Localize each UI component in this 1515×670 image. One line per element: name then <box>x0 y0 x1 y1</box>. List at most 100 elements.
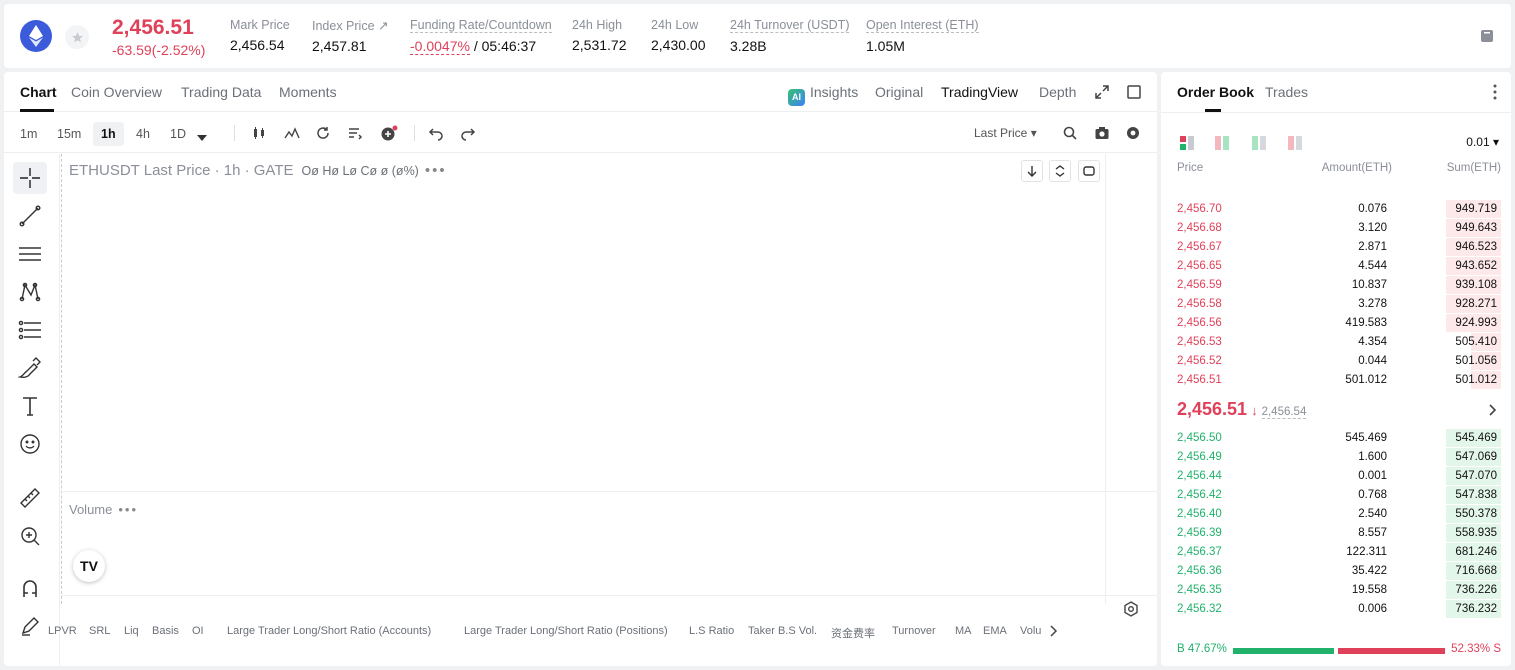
pane-maximize-icon[interactable] <box>1078 160 1100 182</box>
tab-moments[interactable]: Moments <box>279 84 337 100</box>
indicator-ma[interactable]: MA <box>955 625 972 637</box>
ask-row[interactable]: 2,456.70 0.076 949.719 <box>1161 200 1511 219</box>
bid-row[interactable]: 2,456.37 122.311 681.246 <box>1161 543 1511 562</box>
magnet-tool-icon[interactable] <box>13 572 47 604</box>
undo-icon[interactable] <box>428 125 444 141</box>
view-original[interactable]: Original <box>875 84 923 100</box>
time-axis[interactable] <box>61 595 1157 596</box>
view-bids-icon[interactable] <box>1251 135 1267 151</box>
text-tool-icon[interactable] <box>13 390 47 422</box>
tab-chart[interactable]: Chart <box>20 84 57 100</box>
camera-icon[interactable] <box>1094 125 1110 141</box>
tradingview-logo[interactable]: TV <box>73 550 105 582</box>
indicator-turnover[interactable]: Turnover <box>892 625 936 637</box>
ask-row[interactable]: 2,456.51 501.012 501.012 <box>1161 371 1511 390</box>
row-sum: 716.668 <box>1455 565 1497 577</box>
pattern-tool-icon[interactable] <box>13 276 47 308</box>
interval-4h[interactable]: 4h <box>128 122 158 146</box>
indicator-lt-ratio-positions[interactable]: Large Trader Long/Short Ratio (Positions… <box>464 625 668 637</box>
view-tradingview[interactable]: TradingView <box>941 84 1018 100</box>
interval-1d[interactable]: 1D <box>162 122 194 146</box>
ask-row[interactable]: 2,456.65 4.544 943.652 <box>1161 257 1511 276</box>
favorite-star-icon[interactable] <box>65 25 89 49</box>
row-sum: 558.935 <box>1455 527 1497 539</box>
chart-settings-icon[interactable] <box>1123 601 1139 617</box>
bid-row[interactable]: 2,456.49 1.600 547.069 <box>1161 448 1511 467</box>
more-vertical-icon[interactable] <box>1493 84 1497 100</box>
chevron-right-icon[interactable] <box>1048 624 1064 640</box>
view-asks-icon[interactable] <box>1287 135 1303 151</box>
bid-row[interactable]: 2,456.32 0.006 736.232 <box>1161 600 1511 619</box>
pane-divider[interactable] <box>61 491 1157 492</box>
indicator-liq[interactable]: Liq <box>124 625 139 637</box>
ask-row[interactable]: 2,456.52 0.044 501.056 <box>1161 352 1511 371</box>
indicator-volume[interactable]: Volu <box>1020 625 1041 637</box>
redo-icon[interactable] <box>460 125 476 141</box>
tab-trades[interactable]: Trades <box>1265 84 1308 100</box>
bid-row[interactable]: 2,456.42 0.768 547.838 <box>1161 486 1511 505</box>
bid-row[interactable]: 2,456.39 8.557 558.935 <box>1161 524 1511 543</box>
expand-icon[interactable] <box>1094 84 1110 100</box>
tab-order-book[interactable]: Order Book <box>1177 84 1254 100</box>
ask-row[interactable]: 2,456.68 3.120 949.643 <box>1161 219 1511 238</box>
price-axis[interactable] <box>1105 154 1157 604</box>
mid-price-row[interactable]: 2,456.51 ↓ 2,456.54 <box>1177 399 1507 423</box>
bid-row[interactable]: 2,456.40 2.540 550.378 <box>1161 505 1511 524</box>
indicator-taker-bs-vol[interactable]: Taker B.S Vol. <box>748 625 817 637</box>
ask-row[interactable]: 2,456.59 10.837 939.108 <box>1161 276 1511 295</box>
indicator-funding-rate[interactable]: 资金费率 <box>831 625 875 641</box>
pane-collapse-icon[interactable] <box>1049 160 1071 182</box>
price-source-select[interactable]: Last Price ▾ <box>974 126 1037 140</box>
crosshair-tool-icon[interactable] <box>13 162 47 194</box>
interval-dropdown-icon[interactable] <box>196 129 212 145</box>
ask-row[interactable]: 2,456.67 2.871 946.523 <box>1161 238 1511 257</box>
fibonacci-tool-icon[interactable] <box>13 314 47 346</box>
view-both-icon[interactable] <box>1179 135 1195 151</box>
interval-1m[interactable]: 1m <box>12 122 45 146</box>
search-icon[interactable] <box>1062 125 1078 141</box>
trend-line-tool-icon[interactable] <box>13 200 47 232</box>
indicator-oi[interactable]: OI <box>192 625 204 637</box>
bid-row[interactable]: 2,456.44 0.001 547.070 <box>1161 467 1511 486</box>
bid-row[interactable]: 2,456.50 545.469 545.469 <box>1161 429 1511 448</box>
templates-icon[interactable] <box>347 125 363 141</box>
emoji-tool-icon[interactable] <box>13 428 47 460</box>
indicator-ls-ratio[interactable]: L.S Ratio <box>689 625 734 637</box>
ask-row[interactable]: 2,456.58 3.278 928.271 <box>1161 295 1511 314</box>
tab-trading-data[interactable]: Trading Data <box>181 84 261 100</box>
pane-move-down-icon[interactable] <box>1021 160 1043 182</box>
brush-tool-icon[interactable] <box>13 352 47 384</box>
tab-coin-overview[interactable]: Coin Overview <box>71 84 162 100</box>
replay-icon[interactable] <box>315 125 331 141</box>
stat-funding-rate[interactable]: Funding Rate/Countdown -0.0047% / 05:46:… <box>410 18 552 55</box>
view-depth[interactable]: Depth <box>1039 84 1076 100</box>
candle-type-icon[interactable] <box>252 125 268 141</box>
chevron-right-icon[interactable] <box>1487 403 1497 417</box>
bid-row[interactable]: 2,456.35 19.558 736.226 <box>1161 581 1511 600</box>
interval-1h[interactable]: 1h <box>93 122 124 146</box>
book-icon[interactable] <box>1479 28 1495 44</box>
ask-row[interactable]: 2,456.53 4.354 505.410 <box>1161 333 1511 352</box>
indicator-basis[interactable]: Basis <box>152 625 179 637</box>
add-indicator-icon[interactable] <box>380 125 398 141</box>
precision-select[interactable]: 0.01 ▾ <box>1466 135 1499 149</box>
indicator-lt-ratio-accounts[interactable]: Large Trader Long/Short Ratio (Accounts) <box>227 625 431 637</box>
ruler-tool-icon[interactable] <box>13 482 47 514</box>
ask-row[interactable]: 2,456.56 419.583 924.993 <box>1161 314 1511 333</box>
window-mode-icon[interactable] <box>1126 84 1142 100</box>
indicator-lpvr[interactable]: LPVR <box>48 625 77 637</box>
view-mixed-icon[interactable] <box>1214 135 1230 151</box>
settings-gear-icon[interactable] <box>1125 125 1141 141</box>
chart-plot-area[interactable]: ETHUSDT Last Price · 1h · GATE Oø Hø Lø C… <box>61 154 1157 666</box>
indicator-srl[interactable]: SRL <box>89 625 110 637</box>
indicators-icon[interactable] <box>284 125 300 141</box>
stat-index-price[interactable]: Index Price ↗ 2,457.81 <box>312 18 388 54</box>
interval-15m[interactable]: 15m <box>49 122 89 146</box>
horizontal-lines-tool-icon[interactable] <box>13 238 47 270</box>
insights-button[interactable]: AI Insights <box>788 84 858 106</box>
legend-more-icon[interactable]: ••• <box>425 162 447 179</box>
bid-row[interactable]: 2,456.36 35.422 716.668 <box>1161 562 1511 581</box>
zoom-in-tool-icon[interactable] <box>13 520 47 552</box>
indicator-ema[interactable]: EMA <box>983 625 1007 637</box>
volume-more-icon[interactable]: ••• <box>118 502 138 517</box>
